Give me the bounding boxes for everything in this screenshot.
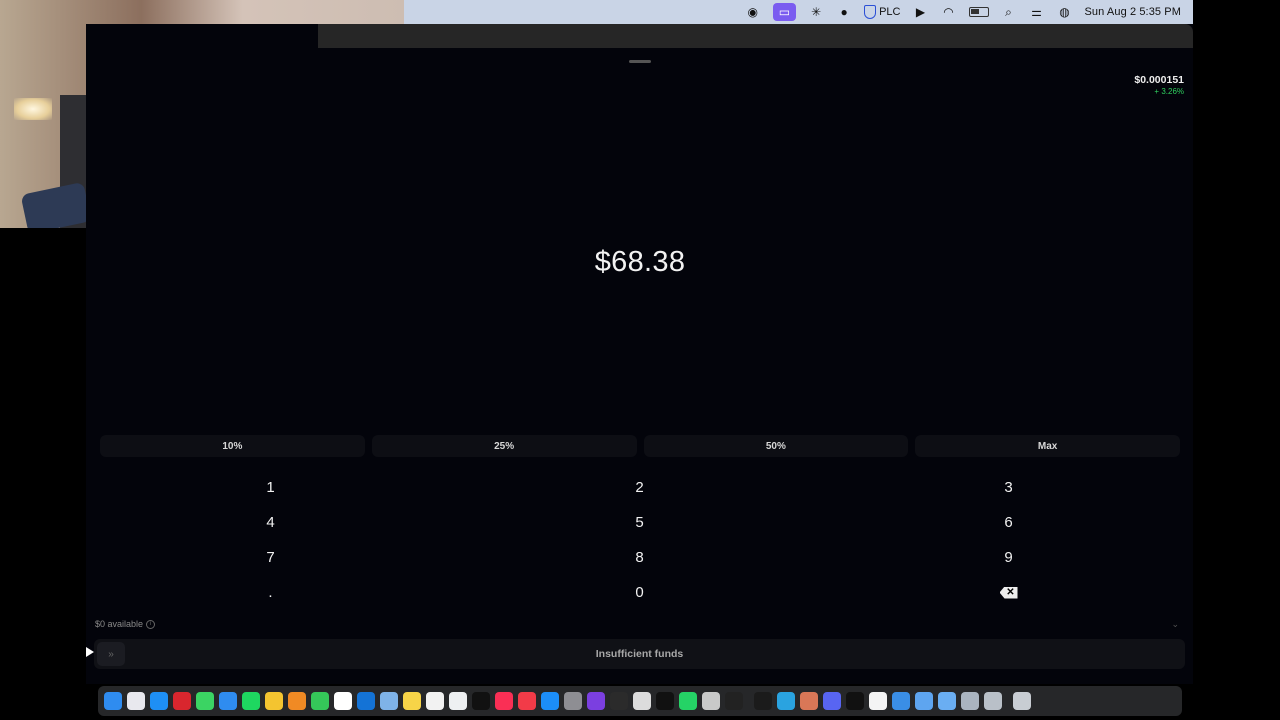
photos-icon[interactable] — [288, 692, 306, 710]
token-price-change: + 3.26% — [1154, 87, 1184, 96]
folder-icon[interactable] — [915, 692, 933, 710]
available-balance-label: $0 available — [95, 619, 144, 629]
script-editor-icon[interactable] — [702, 692, 720, 710]
perplexity-icon[interactable]: ✳ — [808, 3, 824, 21]
vpn-shield-icon — [864, 5, 877, 19]
control-center-icon[interactable]: ⚌ — [1029, 3, 1045, 21]
activity-monitor-icon[interactable] — [610, 692, 628, 710]
key-0[interactable]: 0 — [455, 575, 824, 610]
document-icon[interactable] — [869, 692, 887, 710]
webcam-lamp — [14, 98, 52, 120]
outlook-icon[interactable] — [357, 692, 375, 710]
trash-icon[interactable] — [1013, 692, 1031, 710]
key-decimal[interactable]: . — [86, 575, 455, 610]
screenshot-stack-icon[interactable] — [984, 692, 1002, 710]
key-8[interactable]: 8 — [455, 540, 824, 575]
available-balance: $0 available i — [95, 619, 156, 629]
music-icon[interactable] — [495, 692, 513, 710]
dock — [98, 686, 1182, 716]
news-icon[interactable] — [518, 692, 536, 710]
double-chevron-right-icon: » — [108, 648, 114, 660]
vpn-menu[interactable]: PLC — [864, 3, 901, 21]
tv-icon[interactable] — [472, 692, 490, 710]
key-2[interactable]: 2 — [455, 470, 824, 505]
opera-icon[interactable] — [173, 692, 191, 710]
backspace-icon: ✕ — [999, 586, 1018, 599]
key-1[interactable]: 1 — [86, 470, 455, 505]
whatsapp-icon[interactable] — [679, 692, 697, 710]
system-settings-icon[interactable] — [564, 692, 582, 710]
twenty-five-percent-button[interactable]: 25% — [371, 435, 637, 457]
chat-icon[interactable]: ● — [836, 3, 852, 21]
spotify-icon[interactable] — [242, 692, 260, 710]
wifi-icon[interactable]: ◠ — [941, 3, 957, 21]
slide-to-confirm-handle[interactable]: » — [97, 642, 125, 666]
info-icon[interactable]: i — [146, 619, 156, 629]
siri-icon[interactable]: ◍ — [1057, 3, 1073, 21]
tiktok-icon[interactable] — [656, 692, 674, 710]
safari-icon[interactable] — [150, 692, 168, 710]
facetime-icon[interactable] — [311, 692, 329, 710]
key-4[interactable]: 4 — [86, 505, 455, 540]
key-7[interactable]: 7 — [86, 540, 455, 575]
search-icon[interactable]: ⌕ — [1001, 3, 1017, 21]
finder-icon[interactable] — [104, 692, 122, 710]
notes-icon[interactable] — [403, 692, 421, 710]
app-store-icon[interactable] — [541, 692, 559, 710]
preview-icon[interactable] — [380, 692, 398, 710]
trade-amount-display: $68.38 — [594, 246, 686, 278]
ten-percent-button[interactable]: 10% — [100, 435, 365, 457]
claude-icon[interactable] — [800, 692, 818, 710]
menu-bar: ◉ ▭ ✳ ● PLC ▶ ◠ ⌕ ⚌ ◍ Sun Aug 2 5:35 PM — [404, 0, 1193, 24]
submit-trade-button[interactable]: Insufficient funds — [94, 639, 1185, 669]
chevron-down-icon[interactable]: ⌄ — [1171, 619, 1179, 630]
image-icon[interactable] — [961, 692, 979, 710]
key-9[interactable]: 9 — [824, 540, 1193, 575]
downloads-icon[interactable] — [892, 692, 910, 710]
key-6[interactable]: 6 — [824, 505, 1193, 540]
discord-icon[interactable] — [823, 692, 841, 710]
terminal-icon[interactable] — [754, 692, 772, 710]
mail-icon[interactable] — [219, 692, 237, 710]
onenote-icon[interactable] — [587, 692, 605, 710]
token-price: $0.000151 — [1134, 74, 1184, 86]
mouse-cursor — [86, 647, 94, 657]
key-5[interactable]: 5 — [455, 505, 824, 540]
screen-record-icon[interactable]: ▭ — [772, 3, 797, 21]
sheet-drag-handle[interactable] — [629, 60, 651, 63]
play-icon[interactable]: ▶ — [913, 3, 929, 21]
max-button[interactable]: Max — [915, 435, 1180, 457]
stocks-icon[interactable] — [725, 692, 743, 710]
freeform-icon[interactable] — [449, 692, 467, 710]
token-price-ticker: $0.000151 + 3.26% — [1134, 74, 1184, 96]
numeric-keypad: 1 2 3 4 5 6 7 8 9 . 0 ✕ — [86, 470, 1193, 610]
menu-bar-clock[interactable]: Sun Aug 2 5:35 PM — [1085, 3, 1182, 21]
font-book-icon[interactable] — [633, 692, 651, 710]
battery-icon[interactable] — [968, 3, 989, 21]
vpn-label: PLC — [879, 6, 901, 18]
key-3[interactable]: 3 — [824, 470, 1193, 505]
screenshot-icon[interactable]: ◉ — [745, 3, 761, 21]
reminders-icon[interactable] — [426, 692, 444, 710]
webcam-phone — [20, 181, 92, 228]
window-title-bar — [318, 24, 1193, 48]
chrome-icon[interactable] — [265, 692, 283, 710]
backspace-key[interactable]: ✕ — [824, 575, 1193, 610]
messages-icon[interactable] — [196, 692, 214, 710]
folder-2-icon[interactable] — [938, 692, 956, 710]
telegram-icon[interactable] — [777, 692, 795, 710]
fifty-percent-button[interactable]: 50% — [643, 435, 909, 457]
capcut-icon[interactable] — [846, 692, 864, 710]
calendar-icon[interactable] — [334, 692, 352, 710]
submit-trade-label: Insufficient funds — [595, 648, 684, 660]
quick-amount-buttons: 10% 25% 50% Max — [100, 435, 1180, 457]
launchpad-icon[interactable] — [127, 692, 145, 710]
